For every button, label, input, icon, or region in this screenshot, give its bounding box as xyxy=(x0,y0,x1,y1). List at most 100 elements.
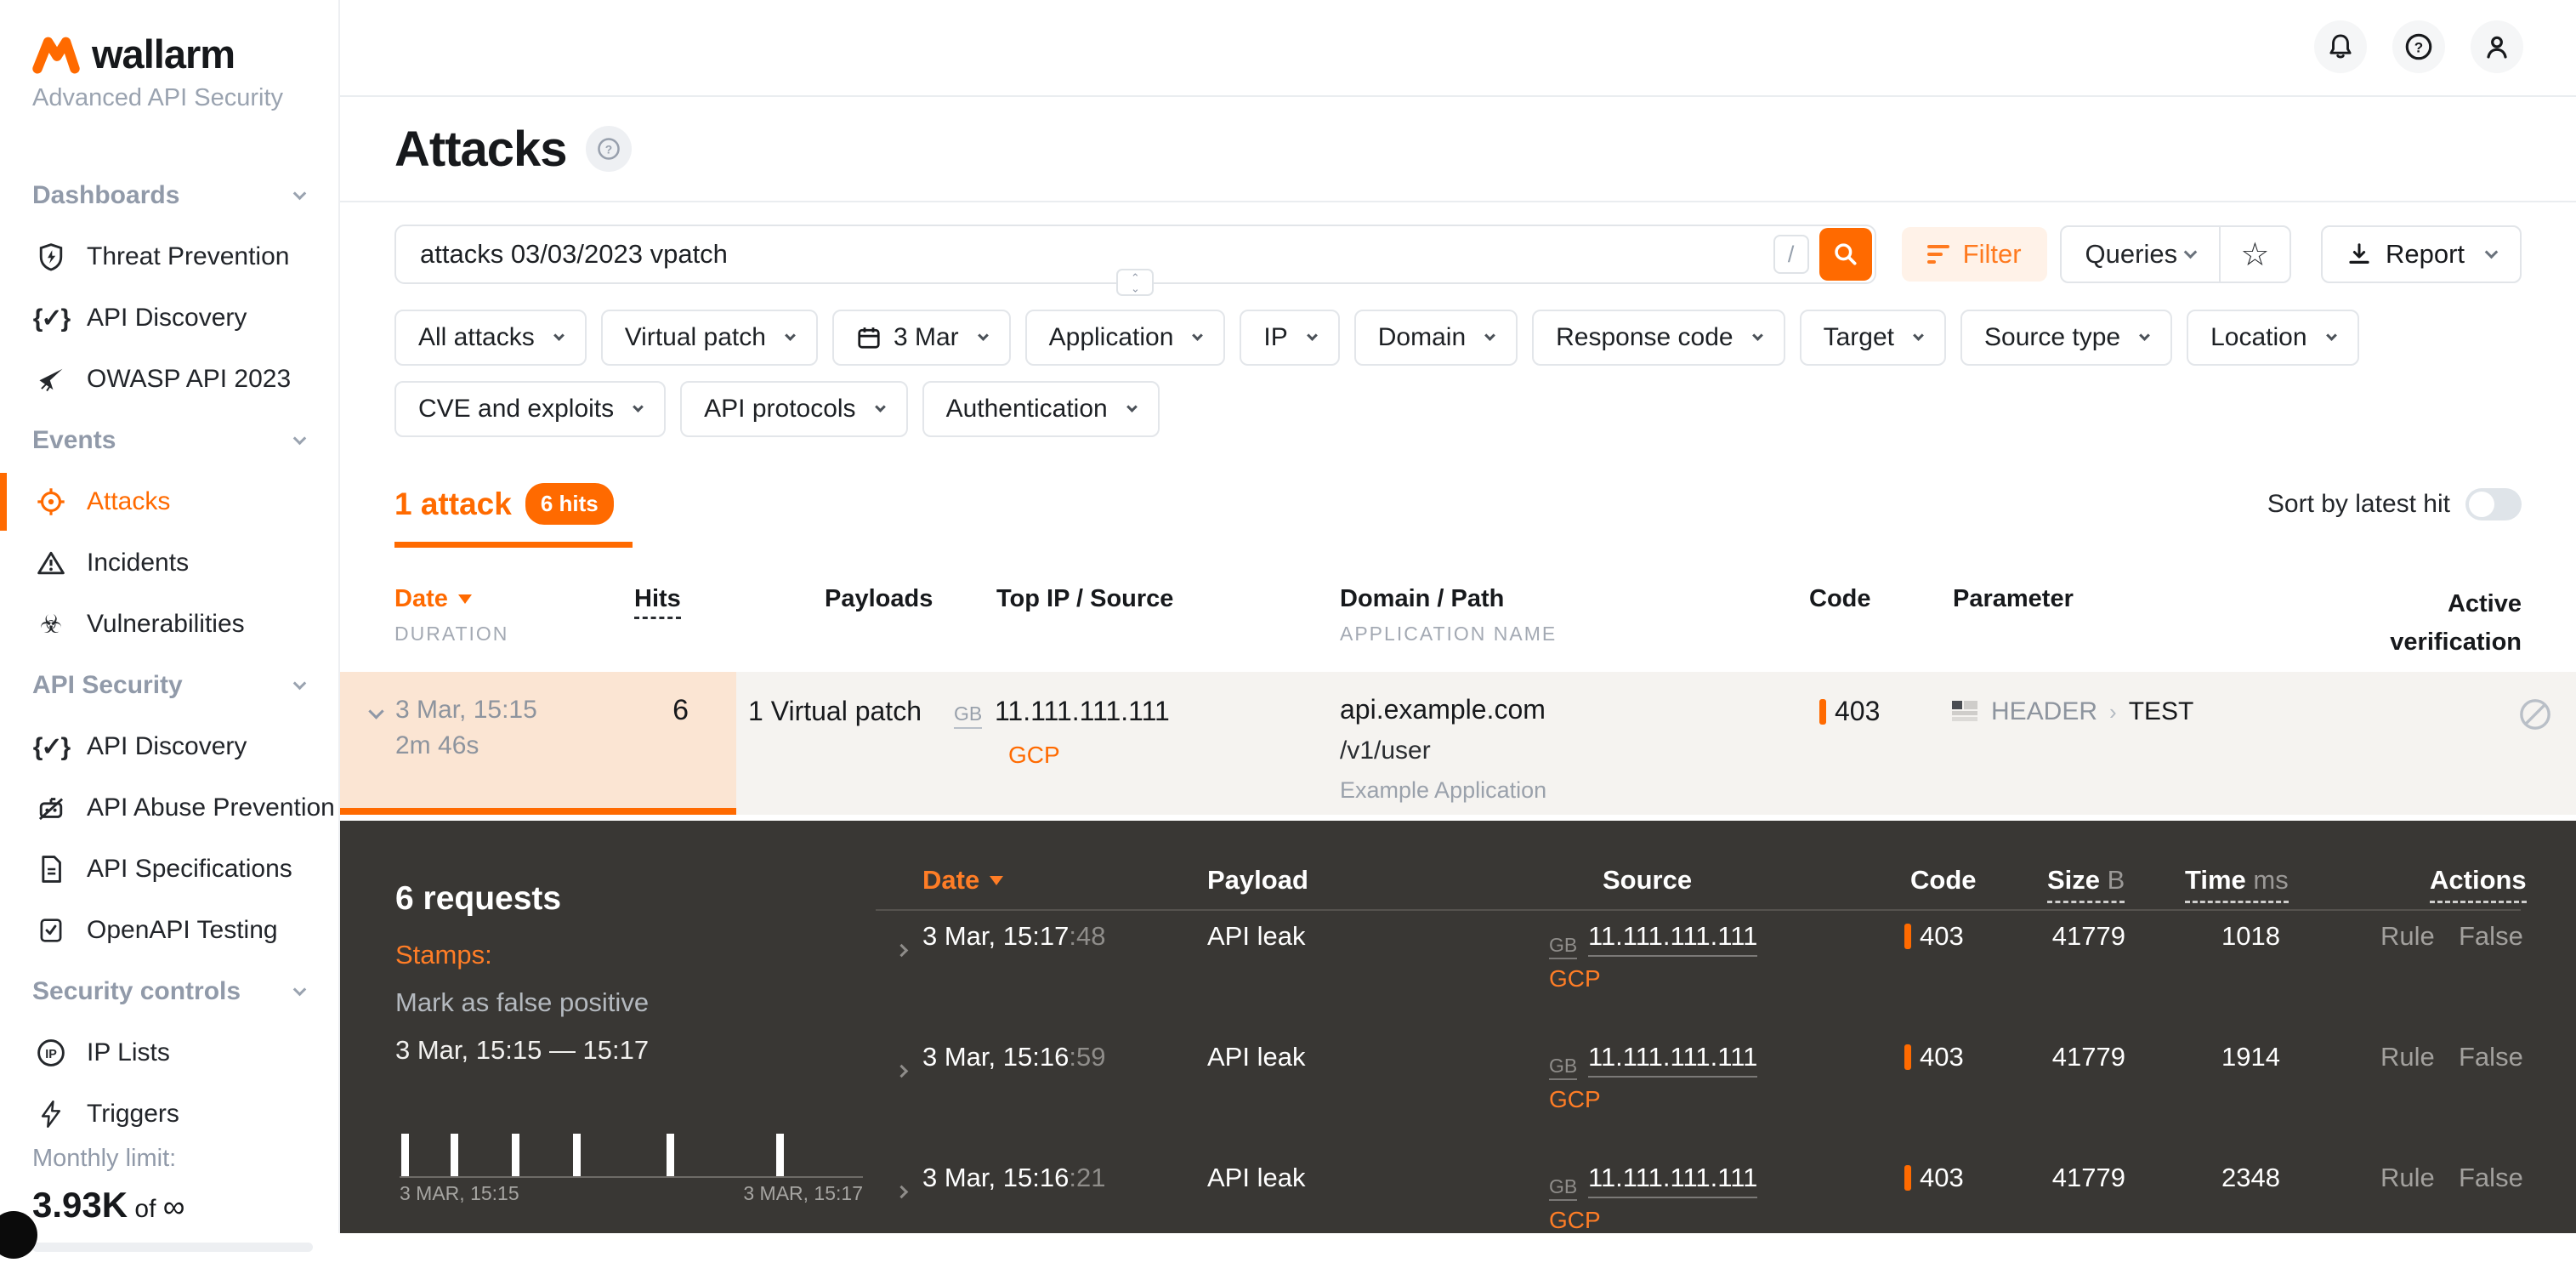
sidebar-item-openapi-testing[interactable]: OpenAPI Testing xyxy=(0,900,338,961)
column-hits[interactable]: Hits xyxy=(634,585,681,613)
sparkline-x-start: 3 MAR, 15:15 xyxy=(400,1182,519,1205)
requests-column-actions[interactable]: Actions xyxy=(2430,865,2527,903)
chip-application[interactable]: Application xyxy=(1025,310,1226,366)
search-button[interactable] xyxy=(1819,228,1872,281)
collapse-row-button[interactable] xyxy=(362,706,382,721)
expand-request-button[interactable] xyxy=(888,931,906,962)
expand-request-button[interactable] xyxy=(888,1052,906,1083)
main-area: ? Attacks ? / ⌃ ⌃ Filter xyxy=(340,0,2576,1233)
search-input[interactable] xyxy=(396,239,1773,270)
page-help-button[interactable]: ? xyxy=(586,126,632,172)
request-ip-link[interactable]: 11.111.111.111 xyxy=(1588,921,1757,957)
queries-button[interactable]: Queries xyxy=(2062,227,2220,282)
sort-by-latest-hit-toggle[interactable] xyxy=(2465,488,2522,520)
sidebar-item-vulnerabilities[interactable]: ☣ Vulnerabilities xyxy=(0,594,338,655)
request-ip-link[interactable]: 11.111.111.111 xyxy=(1588,1163,1757,1198)
chevron-down-icon xyxy=(2184,245,2198,259)
request-ip-link[interactable]: 11.111.111.111 xyxy=(1588,1042,1757,1078)
sidebar-item-triggers[interactable]: Triggers xyxy=(0,1083,338,1145)
attack-parameter: HEADER › TEST xyxy=(1952,697,2193,726)
chip-all-attacks[interactable]: All attacks xyxy=(394,310,587,366)
request-response-code: 403 xyxy=(1904,1163,1964,1193)
column-date[interactable]: Date xyxy=(394,585,472,613)
sidebar-nav: Dashboards Threat Prevention {✓} API Dis… xyxy=(0,165,338,1145)
chevron-down-icon xyxy=(785,330,796,341)
chip-response-code[interactable]: Response code xyxy=(1532,310,1784,366)
request-row[interactable]: 3 Mar, 15:17:48 API leak GB 11.111.111.1… xyxy=(876,921,2521,1042)
report-button[interactable]: Report xyxy=(2321,225,2522,283)
sidebar-section-api-security[interactable]: API Security xyxy=(0,655,338,716)
title-bar: Attacks ? xyxy=(340,97,2576,202)
chevron-down-icon xyxy=(293,186,307,200)
source-tag-gcp[interactable]: GCP xyxy=(1008,742,1060,769)
request-payload: API leak xyxy=(1207,1042,1305,1072)
source-tag-gcp[interactable]: GCP xyxy=(1549,1207,1601,1233)
chip-source-type[interactable]: Source type xyxy=(1960,310,2172,366)
filter-button[interactable]: Filter xyxy=(1902,227,2047,282)
chip-virtual-patch[interactable]: Virtual patch xyxy=(601,310,818,366)
table-divider xyxy=(876,909,2521,911)
source-tag-gcp[interactable]: GCP xyxy=(1549,965,1601,992)
request-row[interactable]: 3 Mar, 15:16:21 API leak GB 11.111.111.1… xyxy=(876,1163,2521,1233)
requests-column-date[interactable]: Date xyxy=(922,865,1003,896)
request-row[interactable]: 3 Mar, 15:16:59 API leak GB 11.111.111.1… xyxy=(876,1042,2521,1163)
header-param-icon xyxy=(1952,701,1979,723)
download-icon xyxy=(2346,242,2372,267)
action-rule-link[interactable]: Rule xyxy=(2380,1163,2435,1193)
chip-cve-exploits[interactable]: CVE and exploits xyxy=(394,381,666,437)
notifications-button[interactable] xyxy=(2314,20,2367,73)
chip-authentication[interactable]: Authentication xyxy=(922,381,1160,437)
svg-text:IP: IP xyxy=(45,1048,57,1061)
help-button[interactable]: ? xyxy=(2392,20,2445,73)
action-false-link[interactable]: False xyxy=(2459,1163,2523,1193)
account-button[interactable] xyxy=(2471,20,2523,73)
sidebar-section-events[interactable]: Events xyxy=(0,410,338,471)
column-payloads: Payloads xyxy=(825,585,933,613)
sidebar-section-dashboards[interactable]: Dashboards xyxy=(0,165,338,226)
column-duration: DURATION xyxy=(394,623,508,646)
attacks-count-tab[interactable]: 1 attack 6 hits xyxy=(394,483,614,525)
requests-column-time[interactable]: Time ms xyxy=(2185,865,2289,903)
search-expand-handle[interactable]: ⌃ ⌃ xyxy=(1116,269,1154,296)
source-tag-gcp[interactable]: GCP xyxy=(1549,1086,1601,1113)
sidebar-item-api-discovery-dash[interactable]: {✓} API Discovery xyxy=(0,287,338,349)
column-active-verification: Active verification xyxy=(2326,585,2522,662)
sidebar-item-incidents[interactable]: Incidents xyxy=(0,532,338,594)
filter-chips-row-1: All attacks Virtual patch 3 Mar Applicat… xyxy=(394,310,2522,366)
sidebar-item-ip-lists[interactable]: IP IP Lists xyxy=(0,1022,338,1083)
sidebar-item-api-discovery[interactable]: {✓} API Discovery xyxy=(0,716,338,777)
code-status-bar xyxy=(1904,1044,1911,1070)
favorite-button[interactable]: ☆ xyxy=(2221,227,2289,282)
expand-request-button[interactable] xyxy=(888,1173,906,1203)
action-rule-link[interactable]: Rule xyxy=(2380,921,2435,952)
braces-check-icon: {✓} xyxy=(34,732,68,762)
filter-icon xyxy=(1927,245,1949,264)
chip-date[interactable]: 3 Mar xyxy=(832,310,1011,366)
sidebar-item-api-specifications[interactable]: API Specifications xyxy=(0,839,338,900)
chip-location[interactable]: Location xyxy=(2187,310,2358,366)
attack-ip-link[interactable]: 11.111.111.111 xyxy=(995,696,1170,727)
sidebar-section-security-controls[interactable]: Security controls xyxy=(0,961,338,1022)
request-response-code: 403 xyxy=(1904,921,1964,952)
attack-row[interactable]: 3 Mar, 15:15 2m 46s 6 1 Virtual patch GB… xyxy=(340,672,2576,815)
monthly-limit-progressbar xyxy=(32,1243,313,1252)
chip-target[interactable]: Target xyxy=(1800,310,1946,366)
search-toolbar: / ⌃ ⌃ Filter Queries ☆ Repor xyxy=(394,225,2522,284)
chip-ip[interactable]: IP xyxy=(1240,310,1339,366)
sidebar-item-owasp-api[interactable]: OWASP API 2023 xyxy=(0,349,338,410)
requests-column-size[interactable]: Size B xyxy=(2047,865,2125,903)
action-false-link[interactable]: False xyxy=(2459,921,2523,952)
action-false-link[interactable]: False xyxy=(2459,1042,2523,1072)
sidebar-item-api-abuse-prevention[interactable]: API Abuse Prevention xyxy=(0,777,338,839)
action-rule-link[interactable]: Rule xyxy=(2380,1042,2435,1072)
attack-date: 3 Mar, 15:15 xyxy=(395,696,537,725)
chevron-down-icon xyxy=(1484,330,1495,341)
mark-false-positive-link[interactable]: Mark as false positive xyxy=(395,987,649,1018)
chevron-down-icon xyxy=(1193,330,1204,341)
chip-domain[interactable]: Domain xyxy=(1354,310,1518,366)
chip-api-protocols[interactable]: API protocols xyxy=(680,381,907,437)
sidebar-item-threat-prevention[interactable]: Threat Prevention xyxy=(0,226,338,287)
sidebar-item-attacks[interactable]: Attacks xyxy=(0,471,338,532)
svg-text:?: ? xyxy=(604,142,611,156)
sort-by-latest-hit-label: Sort by latest hit xyxy=(2267,490,2450,519)
